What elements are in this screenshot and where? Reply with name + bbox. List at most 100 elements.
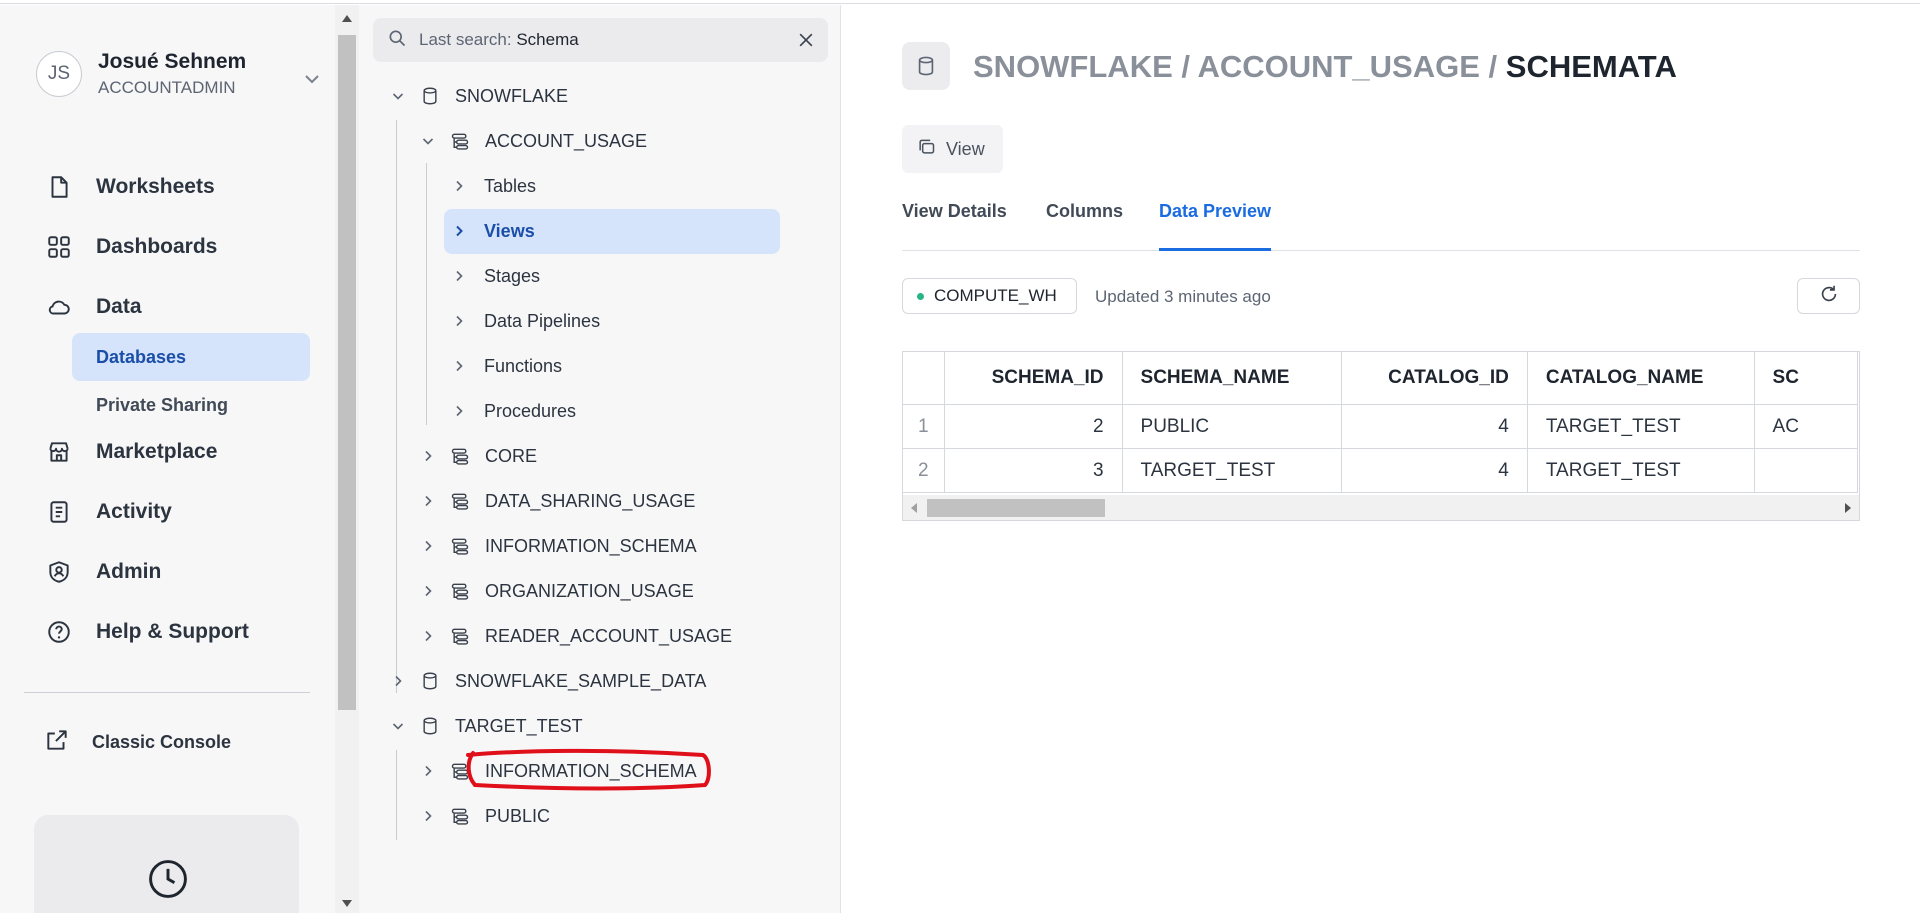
warehouse-status-dot — [917, 292, 924, 300]
classic-console-link[interactable]: Classic Console — [44, 727, 231, 758]
table-cell[interactable]: 4 — [1340, 404, 1528, 449]
tree-node-tables[interactable]: Tables — [450, 164, 536, 208]
chevron-right-icon[interactable] — [419, 762, 437, 780]
sidebar-scrollbar[interactable] — [335, 5, 359, 913]
tree-node-snowflake-sample-data[interactable]: SNOWFLAKE_SAMPLE_DATA — [389, 659, 706, 703]
chevron-right-icon[interactable] — [450, 402, 468, 420]
tree-guide-line — [396, 750, 397, 840]
tree-node-account-usage[interactable]: ACCOUNT_USAGE — [419, 119, 647, 163]
table-row[interactable]: 2 3 TARGET_TEST 4 TARGET_TEST — [903, 448, 1859, 493]
grid-horizontal-scrollbar[interactable] — [902, 495, 1860, 521]
nav-worksheets-label: Worksheets — [96, 175, 215, 198]
table-cell[interactable]: 4 — [1340, 448, 1528, 493]
nav-worksheets[interactable]: Worksheets — [44, 167, 314, 207]
classic-console-label: Classic Console — [92, 732, 232, 752]
row-number-header — [903, 352, 945, 405]
tree-node-functions[interactable]: Functions — [450, 344, 562, 388]
nav-databases[interactable]: Databases — [72, 333, 310, 381]
chevron-right-icon[interactable] — [450, 267, 468, 285]
tree-node-stages[interactable]: Stages — [450, 254, 540, 298]
chevron-right-icon[interactable] — [450, 177, 468, 195]
schema-icon — [449, 805, 471, 827]
tree-node-target-test[interactable]: TARGET_TEST — [389, 704, 583, 748]
table-cell[interactable]: AC — [1753, 404, 1859, 449]
tree-node-organization-usage[interactable]: ORGANIZATION_USAGE — [419, 569, 694, 613]
chevron-right-icon[interactable] — [419, 537, 437, 555]
table-cell[interactable]: 2 — [943, 404, 1123, 449]
column-header[interactable]: CATALOG_NAME — [1526, 352, 1755, 405]
tab-view-details[interactable]: View Details — [902, 201, 1007, 251]
warehouse-selector[interactable]: COMPUTE_WH — [902, 278, 1077, 314]
tree-node-information-schema[interactable]: INFORMATION_SCHEMA — [419, 524, 697, 568]
schema-icon — [449, 535, 471, 557]
scroll-left-arrow-icon[interactable] — [911, 503, 917, 513]
breadcrumb-path[interactable]: SNOWFLAKE / ACCOUNT_USAGE / — [973, 49, 1506, 84]
table-cell[interactable]: TARGET_TEST — [1526, 448, 1755, 493]
tree-node-label: Views — [484, 220, 535, 241]
column-header[interactable]: SC — [1753, 352, 1859, 405]
close-icon[interactable] — [796, 30, 816, 55]
main-content: SNOWFLAKE / ACCOUNT_USAGE / SCHEMATA Vie… — [842, 5, 1920, 913]
scroll-right-arrow-icon[interactable] — [1845, 503, 1851, 513]
chevron-right-icon[interactable] — [419, 447, 437, 465]
user-menu[interactable]: JS Josué Sehnem ACCOUNTADMIN — [36, 50, 246, 98]
chevron-down-icon[interactable] — [389, 87, 407, 105]
column-header[interactable]: SCHEMA_ID — [943, 352, 1123, 405]
chevron-right-icon[interactable] — [450, 222, 468, 240]
chevron-right-icon[interactable] — [450, 312, 468, 330]
chevron-right-icon[interactable] — [419, 807, 437, 825]
window-top-border — [0, 0, 1920, 4]
history-panel[interactable] — [34, 815, 299, 913]
nav-admin[interactable]: Admin — [44, 552, 314, 592]
tab-columns[interactable]: Columns — [1046, 201, 1123, 251]
activity-log-icon — [44, 497, 74, 527]
tree-node-views[interactable]: Views — [450, 209, 535, 253]
table-cell[interactable]: PUBLIC — [1121, 404, 1342, 449]
nav-dashboards[interactable]: Dashboards — [44, 227, 314, 267]
tree-node-tt-public[interactable]: PUBLIC — [419, 794, 550, 838]
table-cell[interactable]: 3 — [943, 448, 1123, 493]
refresh-button[interactable] — [1797, 278, 1860, 314]
nav-private-sharing[interactable]: Private Sharing — [72, 381, 310, 429]
chevron-right-icon[interactable] — [419, 582, 437, 600]
tree-node-procedures[interactable]: Procedures — [450, 389, 576, 433]
tree-node-label: SNOWFLAKE_SAMPLE_DATA — [455, 670, 707, 691]
tree-node-data-pipelines[interactable]: Data Pipelines — [450, 299, 600, 343]
nav-data-label: Data — [96, 295, 142, 318]
table-cell[interactable]: TARGET_TEST — [1121, 448, 1342, 493]
scroll-down-arrow-icon[interactable] — [342, 900, 352, 907]
chevron-right-icon[interactable] — [419, 492, 437, 510]
nav-data[interactable]: Data — [44, 287, 314, 327]
tree-node-snowflake[interactable]: SNOWFLAKE — [389, 74, 568, 118]
object-type-button[interactable]: View — [902, 125, 1003, 173]
column-header[interactable]: CATALOG_ID — [1340, 352, 1528, 405]
row-number: 2 — [903, 448, 945, 493]
tree-node-core[interactable]: CORE — [419, 434, 537, 478]
tree-node-label: Data Pipelines — [484, 310, 601, 331]
chevron-down-icon[interactable] — [419, 132, 437, 150]
tree-node-data-sharing-usage[interactable]: DATA_SHARING_USAGE — [419, 479, 695, 523]
scroll-up-arrow-icon[interactable] — [342, 15, 352, 22]
chevron-right-icon[interactable] — [389, 672, 407, 690]
chevron-right-icon[interactable] — [450, 357, 468, 375]
nav-help[interactable]: Help & Support — [44, 612, 314, 652]
table-cell[interactable] — [1753, 448, 1859, 493]
tab-data-preview[interactable]: Data Preview — [1159, 201, 1272, 251]
column-header[interactable]: SCHEMA_NAME — [1121, 352, 1342, 405]
nav-marketplace[interactable]: Marketplace — [44, 432, 314, 472]
table-cell[interactable]: TARGET_TEST — [1526, 404, 1755, 449]
scrollbar-thumb[interactable] — [338, 35, 356, 710]
nav-activity[interactable]: Activity — [44, 492, 314, 532]
chevron-down-icon[interactable] — [302, 69, 322, 89]
tab-bar: View Details Columns Data Preview — [902, 201, 1860, 251]
scrollbar-thumb[interactable] — [927, 499, 1105, 517]
chevron-right-icon[interactable] — [419, 627, 437, 645]
tree-node-reader-account-usage[interactable]: READER_ACCOUNT_USAGE — [419, 614, 732, 658]
object-type-label: View — [946, 138, 985, 159]
avatar: JS — [36, 51, 82, 97]
tree-node-label: Procedures — [484, 400, 577, 421]
chevron-down-icon[interactable] — [389, 717, 407, 735]
user-role: ACCOUNTADMIN — [98, 78, 236, 97]
search-input[interactable]: Last search: Schema — [373, 18, 828, 62]
table-row[interactable]: 1 2 PUBLIC 4 TARGET_TEST AC — [903, 404, 1859, 449]
